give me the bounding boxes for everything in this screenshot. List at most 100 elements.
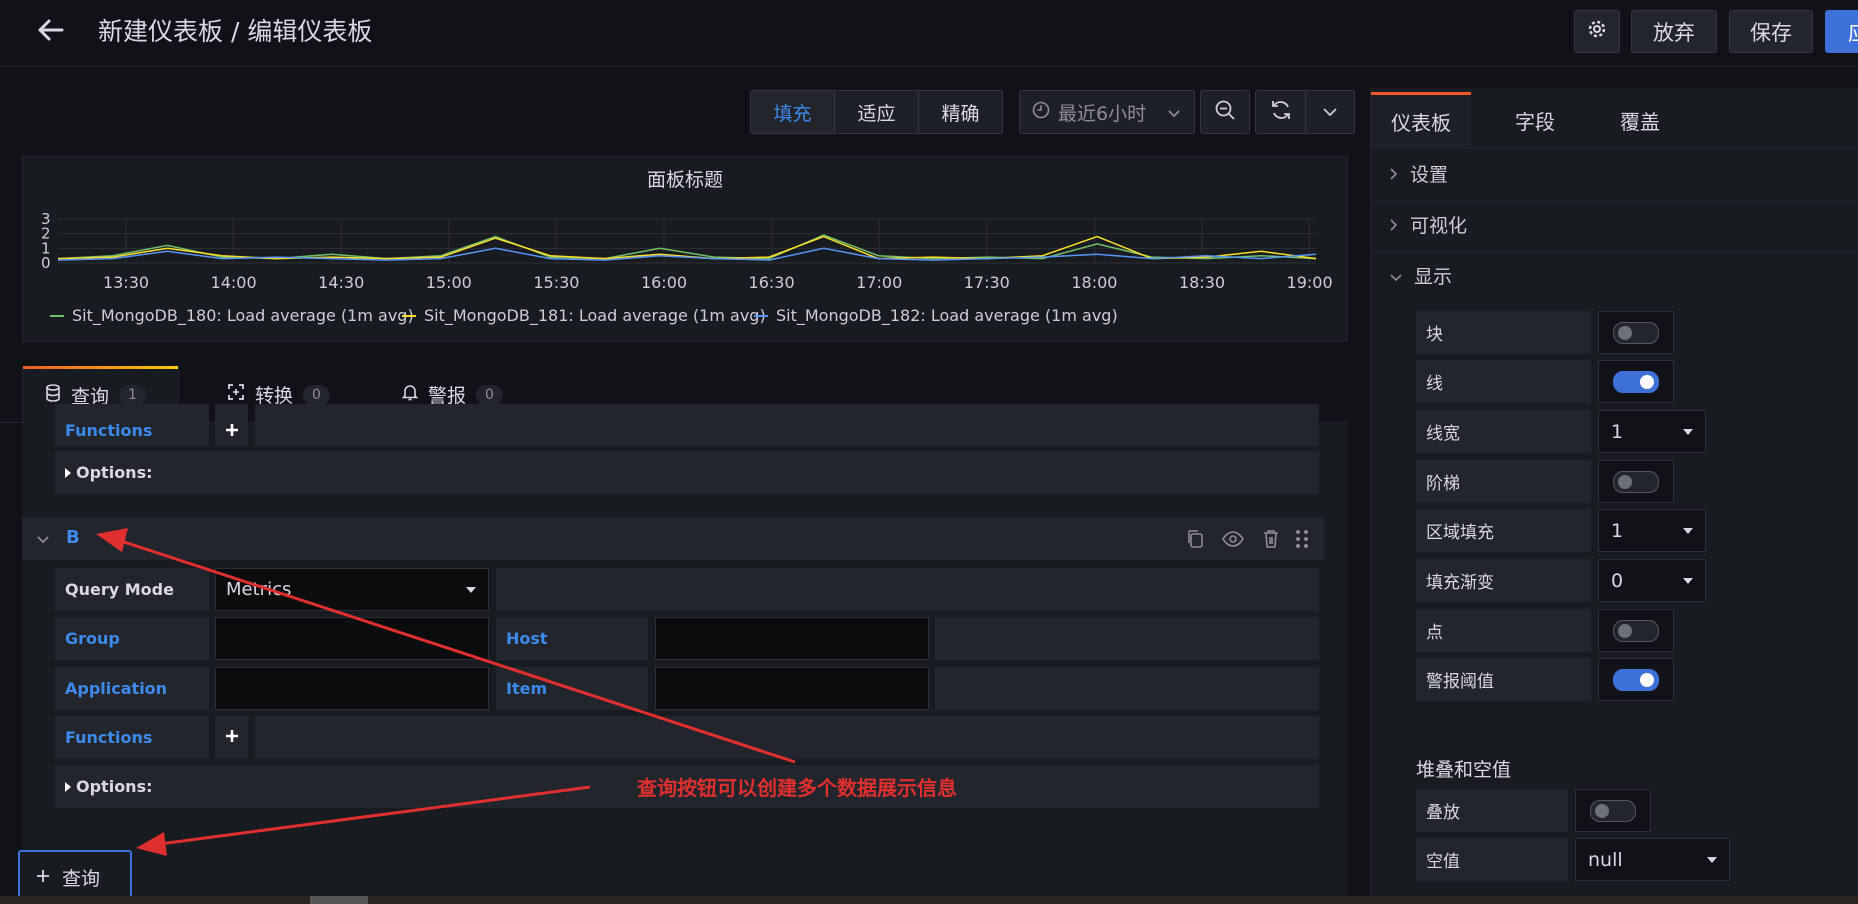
select-value: null xyxy=(1588,848,1623,871)
drag-handle-icon[interactable] xyxy=(1290,527,1314,551)
legend-swatch xyxy=(50,314,64,317)
query-a-options-toggle[interactable]: Options: xyxy=(55,451,1319,494)
back-button[interactable] xyxy=(30,14,70,50)
group-input[interactable] xyxy=(215,617,489,660)
option-label-alert-thresholds: 警报阈值 xyxy=(1416,658,1591,701)
trash-icon[interactable] xyxy=(1259,527,1283,551)
refresh-interval-button[interactable] xyxy=(1305,90,1355,134)
toggle-switch xyxy=(1613,619,1659,642)
query-b-header[interactable] xyxy=(22,517,1324,560)
bars-switch[interactable] xyxy=(1598,311,1674,354)
section-visualization[interactable]: 可视化 xyxy=(1390,211,1467,238)
options-tab-override[interactable]: 覆盖 xyxy=(1598,92,1682,148)
scrollbar-thumb[interactable] xyxy=(310,896,368,904)
caret-down-icon xyxy=(1683,527,1693,534)
null-value-select[interactable]: null xyxy=(1575,838,1730,881)
time-range-label: 最近6小时 xyxy=(1058,102,1147,125)
series-line-2[interactable] xyxy=(57,247,1317,261)
chevron-down-icon xyxy=(1323,102,1337,122)
toggle-switch xyxy=(1613,470,1659,493)
area-fill-select[interactable]: 1 xyxy=(1598,509,1706,552)
section-display[interactable]: 显示 xyxy=(1390,262,1452,289)
legend-label: Sit_MongoDB_181: Load average (1m avg) xyxy=(424,306,766,325)
host-label: Host xyxy=(496,617,648,660)
page-title: 新建仪表板 / 编辑仪表板 xyxy=(98,17,373,46)
plus-icon xyxy=(225,728,239,748)
series-line-0[interactable] xyxy=(57,234,1317,260)
plus-icon xyxy=(225,422,239,442)
legend-item-181[interactable]: Sit_MongoDB_181: Load average (1m avg) xyxy=(402,306,766,325)
x-tick-label: 15:00 xyxy=(426,273,472,292)
x-tick-label: 18:30 xyxy=(1179,273,1225,292)
option-label-fill-gradient: 填充渐变 xyxy=(1416,559,1591,602)
view-mode-fit[interactable]: 适应 xyxy=(834,90,919,134)
stack-switch[interactable] xyxy=(1575,789,1651,832)
x-tick-label: 17:30 xyxy=(964,273,1010,292)
query-a-add-function-button[interactable] xyxy=(215,404,248,446)
query-mode-filler xyxy=(496,568,1319,611)
alert-thresholds-switch[interactable] xyxy=(1598,658,1674,701)
item-input[interactable] xyxy=(655,667,929,710)
horizontal-scrollbar[interactable] xyxy=(0,896,1858,904)
staircase-switch[interactable] xyxy=(1598,460,1674,503)
functions-filler xyxy=(255,716,1319,759)
apply-button[interactable]: 应 xyxy=(1825,10,1858,53)
view-mode-fill[interactable]: 填充 xyxy=(750,90,835,134)
x-tick-label: 16:00 xyxy=(641,273,687,292)
legend-label: Sit_MongoDB_182: Load average (1m avg) xyxy=(776,306,1118,325)
toggle-switch xyxy=(1613,321,1659,344)
toggle-switch xyxy=(1590,799,1636,822)
copy-icon[interactable] xyxy=(1183,527,1207,551)
add-function-button[interactable] xyxy=(215,716,248,759)
query-mode-value: Metrics xyxy=(226,579,292,600)
options-tab-panel[interactable]: 仪表板 xyxy=(1371,92,1471,148)
query-b-name[interactable]: B xyxy=(66,527,80,548)
chevron-down-icon[interactable] xyxy=(36,530,50,550)
host-filler xyxy=(935,617,1319,660)
query-mode-select[interactable]: Metrics xyxy=(215,568,489,611)
x-tick-label: 19:00 xyxy=(1287,273,1333,292)
discard-button[interactable]: 放弃 xyxy=(1631,10,1717,53)
caret-down-icon xyxy=(1683,428,1693,435)
divider xyxy=(1371,201,1858,202)
bell-icon xyxy=(401,383,419,406)
lines-switch[interactable] xyxy=(1598,360,1674,403)
legend-item-182[interactable]: Sit_MongoDB_182: Load average (1m avg) xyxy=(754,306,1118,325)
series-line-1[interactable] xyxy=(57,235,1317,260)
caret-down-icon xyxy=(466,586,476,593)
plus-icon xyxy=(36,866,50,888)
chevron-right-icon xyxy=(1390,163,1398,185)
section-settings[interactable]: 设置 xyxy=(1390,160,1448,187)
settings-button[interactable] xyxy=(1574,10,1620,53)
host-input[interactable] xyxy=(655,617,929,660)
option-label-points: 点 xyxy=(1416,609,1591,652)
y-tick-label: 3 xyxy=(41,210,51,228)
refresh-button[interactable] xyxy=(1255,90,1306,134)
arrow-left-icon xyxy=(36,18,64,47)
chevron-down-icon xyxy=(1168,101,1180,123)
legend-swatch xyxy=(402,314,416,317)
option-label-null-value: 空值 xyxy=(1416,838,1568,881)
line-width-select[interactable]: 1 xyxy=(1598,410,1706,453)
annotation-text: 查询按钮可以创建多个数据展示信息 xyxy=(637,776,957,800)
eye-icon[interactable] xyxy=(1221,527,1245,551)
fill-gradient-select[interactable]: 0 xyxy=(1598,559,1706,602)
application-input[interactable] xyxy=(215,667,489,710)
section-label: 可视化 xyxy=(1410,215,1468,237)
section-label: 设置 xyxy=(1410,164,1449,186)
zoom-out-icon xyxy=(1214,99,1236,126)
gear-icon xyxy=(1587,19,1607,44)
add-query-label: 查询 xyxy=(62,867,101,890)
toggle-switch xyxy=(1613,668,1659,691)
zoom-out-button[interactable] xyxy=(1200,90,1250,134)
chevron-right-icon xyxy=(1390,214,1398,236)
view-mode-exact[interactable]: 精确 xyxy=(918,90,1003,134)
time-range-picker[interactable]: 最近6小时 xyxy=(1019,90,1195,134)
option-label-stack: 叠放 xyxy=(1416,789,1568,832)
tab-count: 1 xyxy=(119,385,146,405)
options-tab-field[interactable]: 字段 xyxy=(1490,92,1580,148)
save-button[interactable]: 保存 xyxy=(1729,10,1813,53)
x-tick-label: 14:30 xyxy=(318,273,364,292)
points-switch[interactable] xyxy=(1598,609,1674,652)
legend-item-180[interactable]: Sit_MongoDB_180: Load average (1m avg) xyxy=(50,306,414,325)
